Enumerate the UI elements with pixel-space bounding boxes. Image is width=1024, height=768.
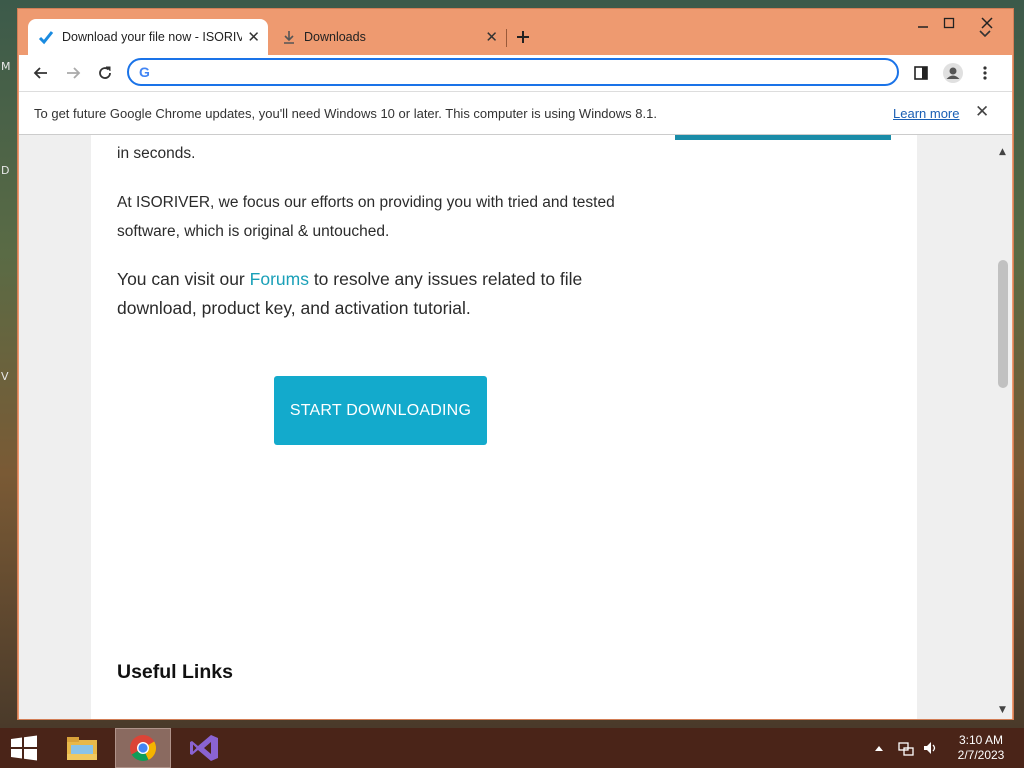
- start-button[interactable]: [0, 728, 48, 768]
- tab-separator: [506, 29, 507, 47]
- accent-bar: [675, 135, 891, 140]
- infobar-message: To get future Google Chrome updates, you…: [34, 106, 657, 121]
- tab-title: Download your file now - ISORIVER: [62, 30, 242, 44]
- minimize-icon: [918, 26, 928, 28]
- download-icon: [284, 31, 294, 44]
- plus-icon: [517, 31, 529, 43]
- scroll-down-icon[interactable]: ▼: [993, 705, 1012, 715]
- reload-icon: [99, 66, 111, 79]
- address-input[interactable]: [159, 63, 883, 83]
- page-content: in seconds. At ISORIVER, we focus our ef…: [91, 135, 917, 719]
- forward-button[interactable]: [61, 61, 85, 85]
- network-tray[interactable]: [898, 728, 914, 768]
- address-bar[interactable]: G: [127, 58, 899, 86]
- taskbar-chrome[interactable]: [115, 728, 171, 768]
- folder-icon: [67, 737, 97, 760]
- show-hidden-icons[interactable]: [874, 728, 884, 768]
- maximize-button[interactable]: [932, 13, 966, 33]
- chevron-down-icon: [979, 30, 991, 38]
- chevron-up-icon: [875, 746, 883, 751]
- desktop-icon-label[interactable]: D: [1, 164, 9, 177]
- google-icon: G: [139, 64, 150, 80]
- scrollbar[interactable]: ▲ ▼: [993, 135, 1012, 719]
- speaker-icon: [924, 742, 936, 754]
- reload-button[interactable]: [93, 61, 117, 85]
- new-tab-button[interactable]: [516, 25, 530, 50]
- back-button[interactable]: [29, 61, 53, 85]
- useful-links-heading: Useful Links: [117, 661, 233, 683]
- tab-downloads[interactable]: Downloads ✕: [270, 19, 506, 55]
- arrow-right-icon: [67, 67, 81, 79]
- taskbar: 3:10 AM 2/7/2023: [0, 728, 1024, 768]
- tab-isoriver[interactable]: Download your file now - ISORIVER ✕: [28, 19, 268, 55]
- maximize-icon: [943, 17, 955, 29]
- arrow-left-icon: [33, 67, 47, 79]
- checkmark-favicon-icon: [38, 31, 54, 45]
- windows-logo-icon: [11, 735, 37, 761]
- clock-time: 3:10 AM: [958, 733, 1004, 747]
- visual-studio-icon: [190, 735, 218, 761]
- forums-link[interactable]: Forums: [250, 269, 309, 289]
- menu-button[interactable]: [973, 61, 997, 85]
- tab-close-icon[interactable]: ✕: [485, 28, 498, 46]
- network-icon: [898, 742, 914, 756]
- taskbar-visual-studio[interactable]: [176, 728, 232, 768]
- volume-tray[interactable]: [922, 728, 938, 768]
- update-infobar: To get future Google Chrome updates, you…: [19, 91, 1012, 135]
- chrome-icon: [130, 735, 157, 762]
- browser-toolbar: G: [19, 55, 1012, 91]
- side-panel-icon: [914, 66, 928, 80]
- paragraph-focus: At ISORIVER, we focus our efforts on pro…: [117, 194, 615, 240]
- chrome-window: Download your file now - ISORIVER ✕ Down…: [17, 8, 1014, 720]
- text: You can visit our: [117, 269, 250, 289]
- side-panel-button[interactable]: [909, 61, 933, 85]
- tab-close-icon[interactable]: ✕: [247, 28, 260, 46]
- infobar-close-icon[interactable]: ✕: [975, 102, 989, 122]
- desktop-icon-label[interactable]: V: [1, 370, 9, 383]
- desktop-icon-label[interactable]: M: [1, 60, 11, 73]
- paragraph-forums: You can visit our Forums to resolve any …: [117, 265, 617, 323]
- scrollbar-thumb[interactable]: [998, 260, 1008, 388]
- tab-title: Downloads: [304, 30, 366, 44]
- kebab-menu-icon: [983, 66, 987, 80]
- start-downloading-button[interactable]: START DOWNLOADING: [274, 376, 487, 445]
- taskbar-file-explorer[interactable]: [54, 728, 110, 768]
- avatar-icon: [943, 63, 963, 83]
- taskbar-clock[interactable]: 3:10 AM 2/7/2023: [945, 733, 1017, 763]
- scroll-up-icon[interactable]: ▲: [993, 147, 1012, 157]
- profile-button[interactable]: [941, 61, 965, 85]
- tab-search-button[interactable]: [979, 27, 991, 41]
- learn-more-link[interactable]: Learn more: [893, 106, 959, 121]
- paragraph-seconds: in seconds.: [117, 145, 196, 162]
- clock-date: 2/7/2023: [957, 748, 1005, 762]
- page-viewport: in seconds. At ISORIVER, we focus our ef…: [19, 135, 1012, 719]
